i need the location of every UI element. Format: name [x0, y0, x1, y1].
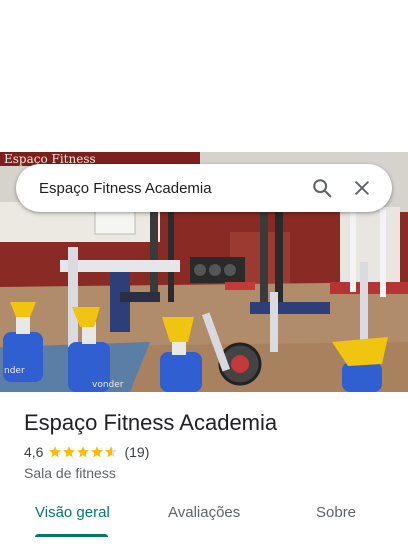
place-tabs: Visão geral Avaliações Sobre: [0, 494, 408, 544]
svg-text:vonder: vonder: [92, 380, 124, 390]
search-button[interactable]: [302, 168, 342, 208]
place-category[interactable]: Sala de fitness: [24, 465, 116, 481]
tab-about[interactable]: Sobre: [316, 504, 356, 521]
rating-value: 4,6: [24, 444, 44, 460]
rating-row[interactable]: 4,6 (19): [24, 444, 149, 460]
review-count[interactable]: (19): [124, 444, 149, 460]
search-bar[interactable]: Espaço Fitness Academia: [16, 164, 392, 212]
svg-text:nder: nder: [4, 366, 25, 376]
star-icon: [105, 446, 118, 458]
star-icon: [49, 446, 62, 458]
star-icon: [77, 446, 90, 458]
place-title: Espaço Fitness Academia: [24, 410, 278, 435]
search-icon: [313, 179, 332, 198]
active-tab-indicator: [35, 534, 108, 537]
map-blank-area: [0, 0, 408, 152]
rating-stars: [48, 445, 118, 459]
tab-overview[interactable]: Visão geral: [35, 504, 110, 521]
star-icon: [63, 446, 76, 458]
search-input[interactable]: Espaço Fitness Academia: [39, 180, 302, 197]
close-icon: [355, 181, 369, 195]
clear-search-button[interactable]: [342, 168, 382, 208]
star-icon: [91, 446, 104, 458]
tab-reviews[interactable]: Avaliações: [168, 504, 240, 521]
